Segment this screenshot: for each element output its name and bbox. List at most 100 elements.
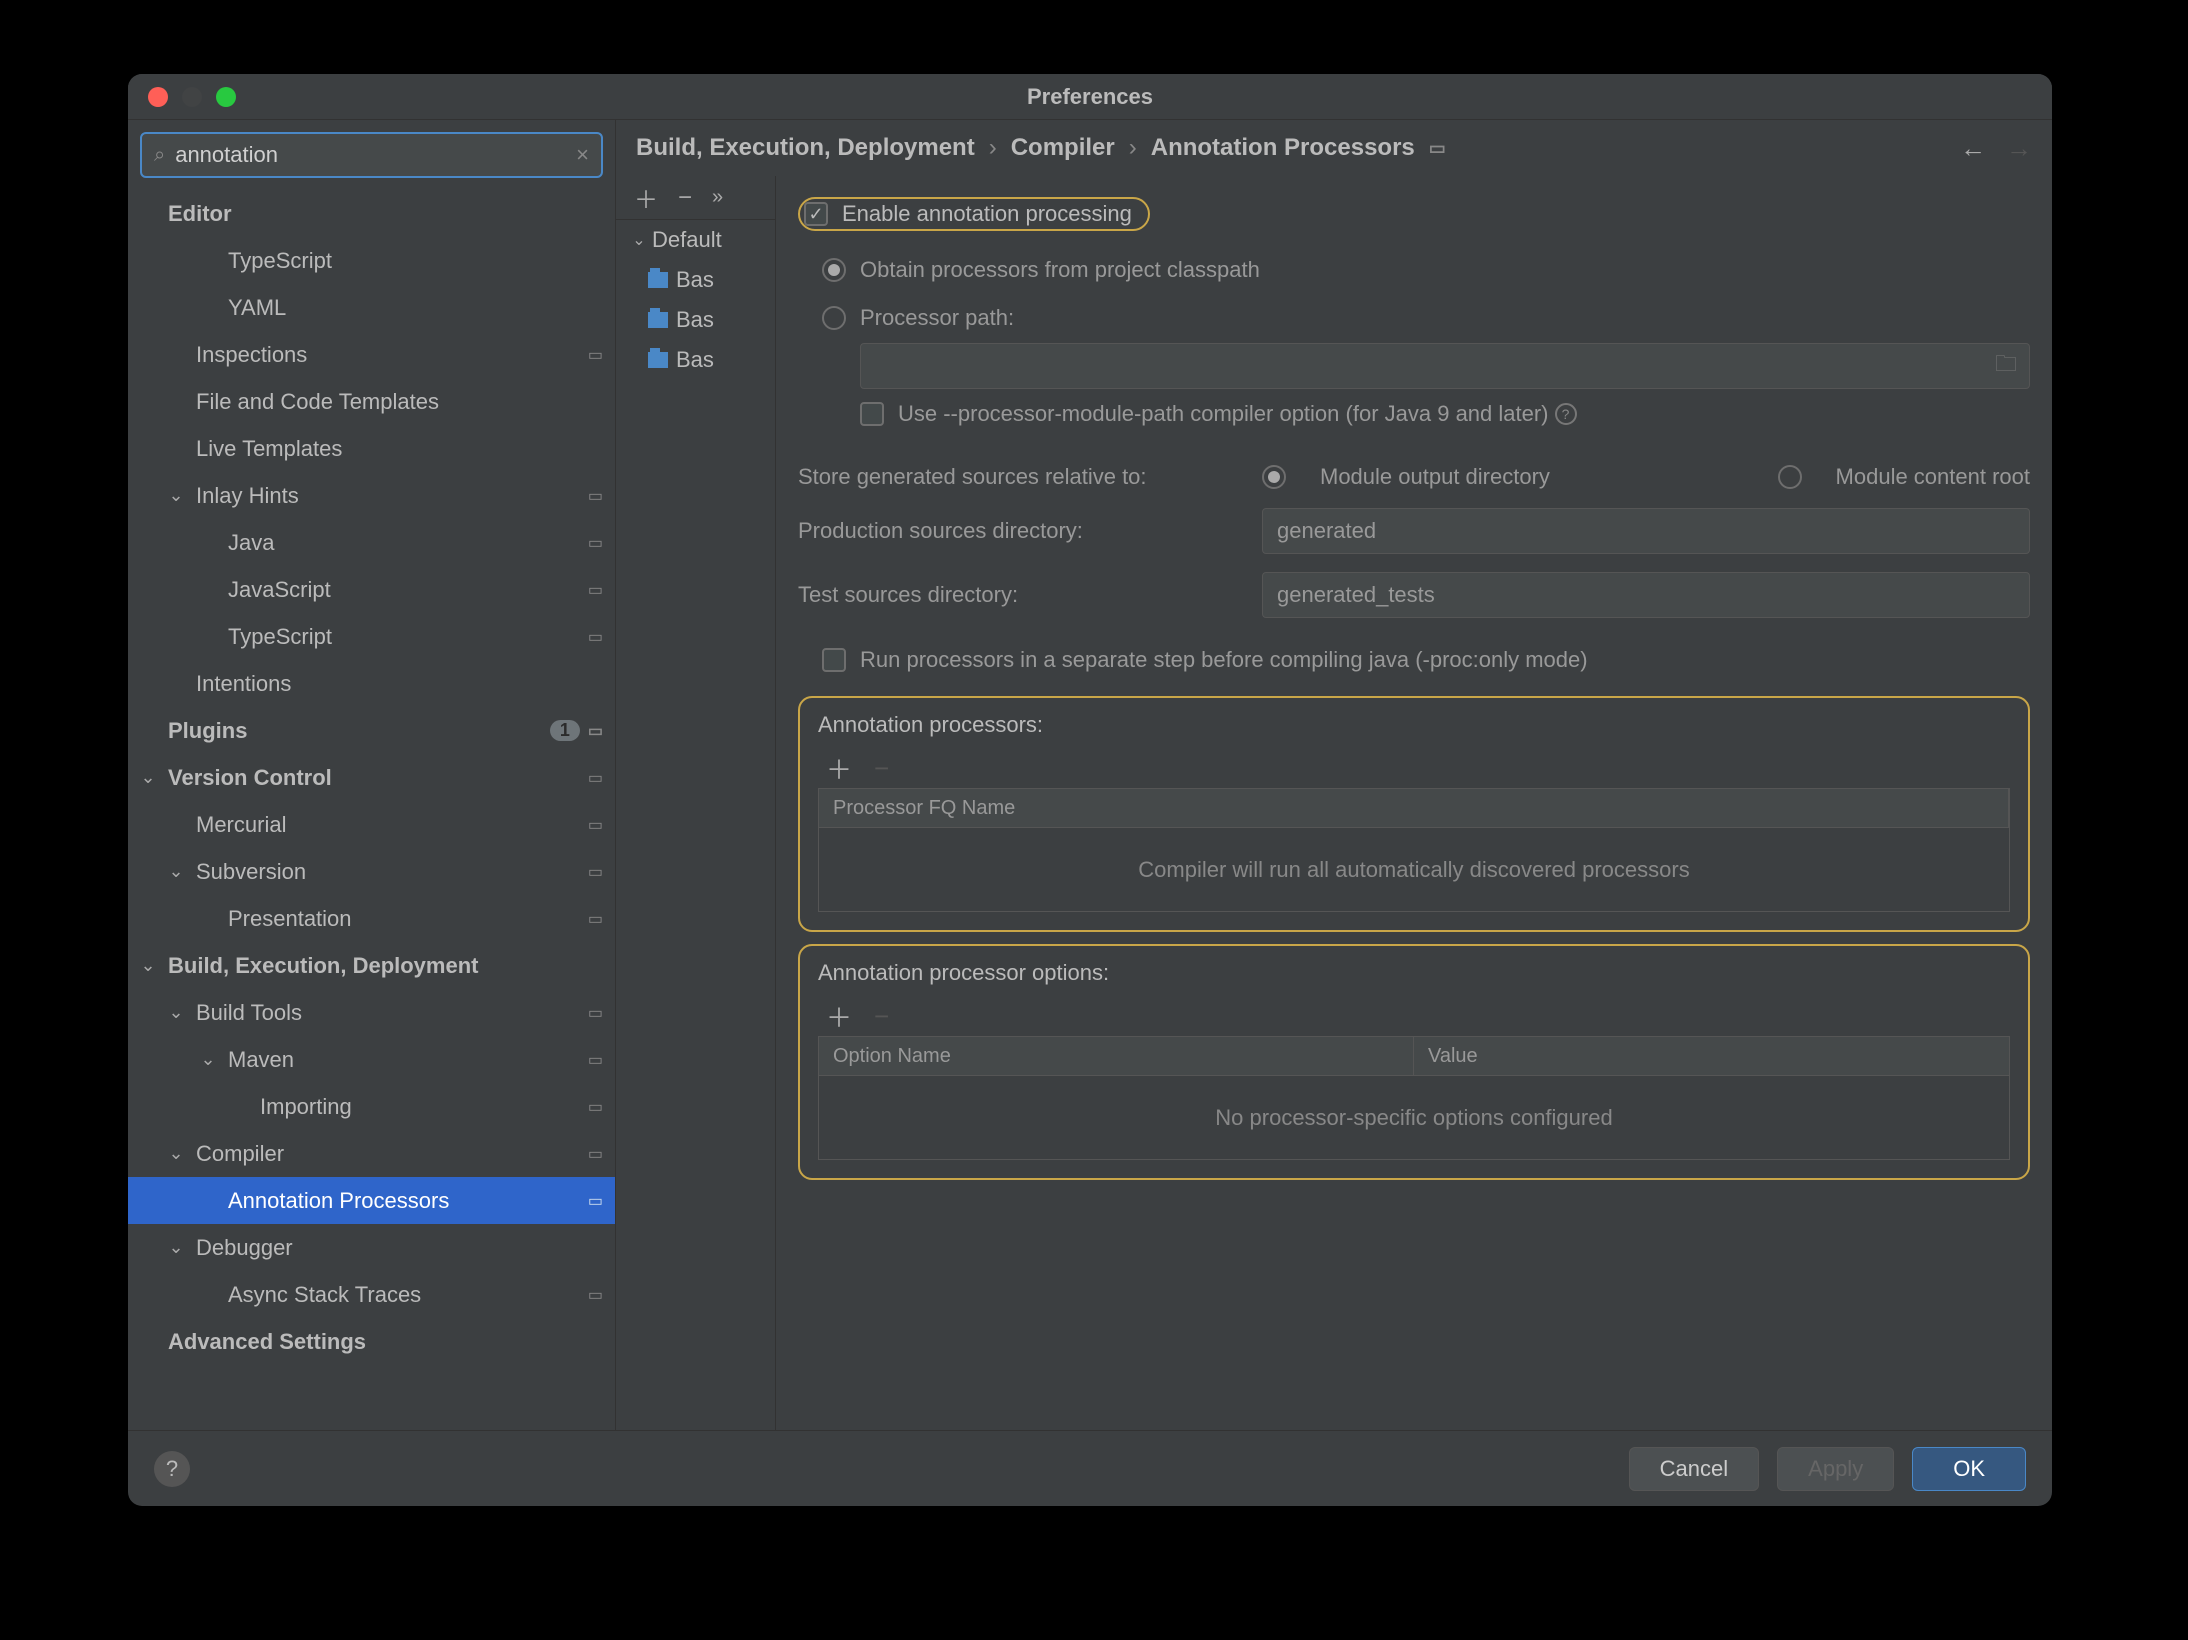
processor-path-input[interactable]: 🗀 [860,343,2030,389]
maximize-icon[interactable] [216,87,236,107]
gear-icon: ▭ [588,627,603,647]
tree-subversion[interactable]: ⌄Subversion▭ [128,848,615,895]
remove-profile-icon[interactable]: − [678,184,692,212]
ok-button[interactable]: OK [1912,1447,2026,1491]
chevron-down-icon: ⌄ [156,1237,196,1258]
module-path-label: Use --processor-module-path compiler opt… [898,401,1549,427]
dialog-footer: ? Cancel Apply OK [128,1430,2052,1506]
breadcrumb-item[interactable]: Build, Execution, Deployment [636,134,975,162]
enable-checkbox[interactable]: ✓ [804,202,828,226]
separate-step-label: Run processors in a separate step before… [860,647,1588,673]
window-controls [148,87,236,107]
tree-yaml[interactable]: YAML [128,284,615,331]
opt-col-name: Option Name [819,1037,1414,1075]
search-input[interactable] [175,142,576,168]
gear-icon: ▭ [588,533,603,553]
folder-icon [648,312,668,328]
processor-path-label: Processor path: [860,305,1014,331]
chevron-down-icon: ⌄ [626,230,652,250]
tree-plugins[interactable]: Plugins1▭ [128,707,615,754]
window-title: Preferences [1027,84,1153,110]
tree-inlay-java[interactable]: Java▭ [128,519,615,566]
search-icon: ⌕ [154,144,165,167]
gear-icon: ▭ [1429,138,1446,159]
prod-label: Production sources directory: [798,518,1238,544]
gear-icon: ▭ [588,345,603,365]
store-label: Store generated sources relative to: [798,464,1238,490]
tree-async-stack[interactable]: Async Stack Traces▭ [128,1271,615,1318]
tree-mercurial[interactable]: Mercurial▭ [128,801,615,848]
tree-build-tools[interactable]: ⌄Build Tools▭ [128,989,615,1036]
tree-inlay-javascript[interactable]: JavaScript▭ [128,566,615,613]
apply-button: Apply [1777,1447,1894,1491]
update-badge: 1 [550,720,580,741]
add-processor-icon[interactable]: ＋ [826,750,852,787]
processor-path-radio[interactable] [822,306,846,330]
store-content-radio[interactable] [1778,465,1802,489]
ap-col-name: Processor FQ Name [819,789,2009,827]
obtain-classpath-radio[interactable] [822,258,846,282]
gear-icon: ▭ [588,909,603,929]
preferences-window: Preferences ⌕ × Editor TypeScript YAML I… [128,74,2052,1506]
tree-typescript[interactable]: TypeScript [128,237,615,284]
profiles-toolbar: ＋ − » [616,176,775,220]
gear-icon: ▭ [588,815,603,835]
profile-module[interactable]: Bas [616,300,775,340]
tree-annotation-processors[interactable]: Annotation Processors▭ [128,1177,615,1224]
tree-live-templates[interactable]: Live Templates [128,425,615,472]
tree-importing[interactable]: Importing▭ [128,1083,615,1130]
breadcrumb-item[interactable]: Compiler [1011,134,1115,162]
tree-bed[interactable]: ⌄Build, Execution, Deployment [128,942,615,989]
prod-dir-input[interactable]: generated [1262,508,2030,554]
test-dir-input[interactable]: generated_tests [1262,572,2030,618]
tree-version-control[interactable]: ⌄Version Control▭ [128,754,615,801]
tree-inlay-typescript[interactable]: TypeScript▭ [128,613,615,660]
tree-maven[interactable]: ⌄Maven▭ [128,1036,615,1083]
nav-arrows: ← → [1960,133,2032,164]
profile-module[interactable]: Bas [616,260,775,300]
add-option-icon[interactable]: ＋ [826,998,852,1035]
tree-debugger[interactable]: ⌄Debugger [128,1224,615,1271]
search-input-container[interactable]: ⌕ × [140,132,603,178]
opt-table-header: Option Name Value [818,1036,2010,1076]
enable-annotation-highlight: ✓ Enable annotation processing [798,197,1150,231]
gear-icon: ▭ [588,1097,603,1117]
tree-inspections[interactable]: Inspections▭ [128,331,615,378]
enable-label: Enable annotation processing [842,201,1132,227]
cancel-button[interactable]: Cancel [1629,1447,1759,1491]
tree-advanced[interactable]: Advanced Settings [128,1318,615,1365]
store-output-radio[interactable] [1262,465,1286,489]
folder-icon[interactable]: 🗀 [1995,347,2017,385]
tree-inlay-hints[interactable]: ⌄Inlay Hints▭ [128,472,615,519]
main-panel: Build, Execution, Deployment › Compiler … [616,120,2052,1430]
profile-default[interactable]: ⌄Default [616,220,775,260]
profile-module[interactable]: Bas [616,340,775,380]
gear-icon: ▭ [588,862,603,882]
gear-icon: ▭ [588,1050,603,1070]
help-icon[interactable]: ? [154,1451,190,1487]
store-content-label: Module content root [1836,464,2030,490]
separate-step-checkbox[interactable] [822,648,846,672]
tree-file-code-templates[interactable]: File and Code Templates [128,378,615,425]
folder-icon [648,272,668,288]
gear-icon: ▭ [588,768,603,788]
add-profile-icon[interactable]: ＋ [634,180,658,215]
close-icon[interactable] [148,87,168,107]
test-label: Test sources directory: [798,582,1238,608]
opt-label: Annotation processor options: [818,960,2010,986]
back-icon[interactable]: ← [1960,133,1986,164]
info-icon[interactable]: ? [1555,403,1577,425]
tree-intentions[interactable]: Intentions [128,660,615,707]
gear-icon: ▭ [588,1144,603,1164]
tree-compiler[interactable]: ⌄Compiler▭ [128,1130,615,1177]
more-icon[interactable]: » [712,186,723,209]
profiles-panel: ＋ − » ⌄Default Bas Bas Bas [616,176,776,1430]
gear-icon: ▭ [588,486,603,506]
tree-presentation[interactable]: Presentation▭ [128,895,615,942]
gear-icon: ▭ [588,721,603,741]
chevron-down-icon: ⌄ [188,1049,228,1070]
clear-search-icon[interactable]: × [576,142,589,168]
tree-editor[interactable]: Editor [128,190,615,237]
module-path-checkbox[interactable] [860,402,884,426]
gear-icon: ▭ [588,580,603,600]
